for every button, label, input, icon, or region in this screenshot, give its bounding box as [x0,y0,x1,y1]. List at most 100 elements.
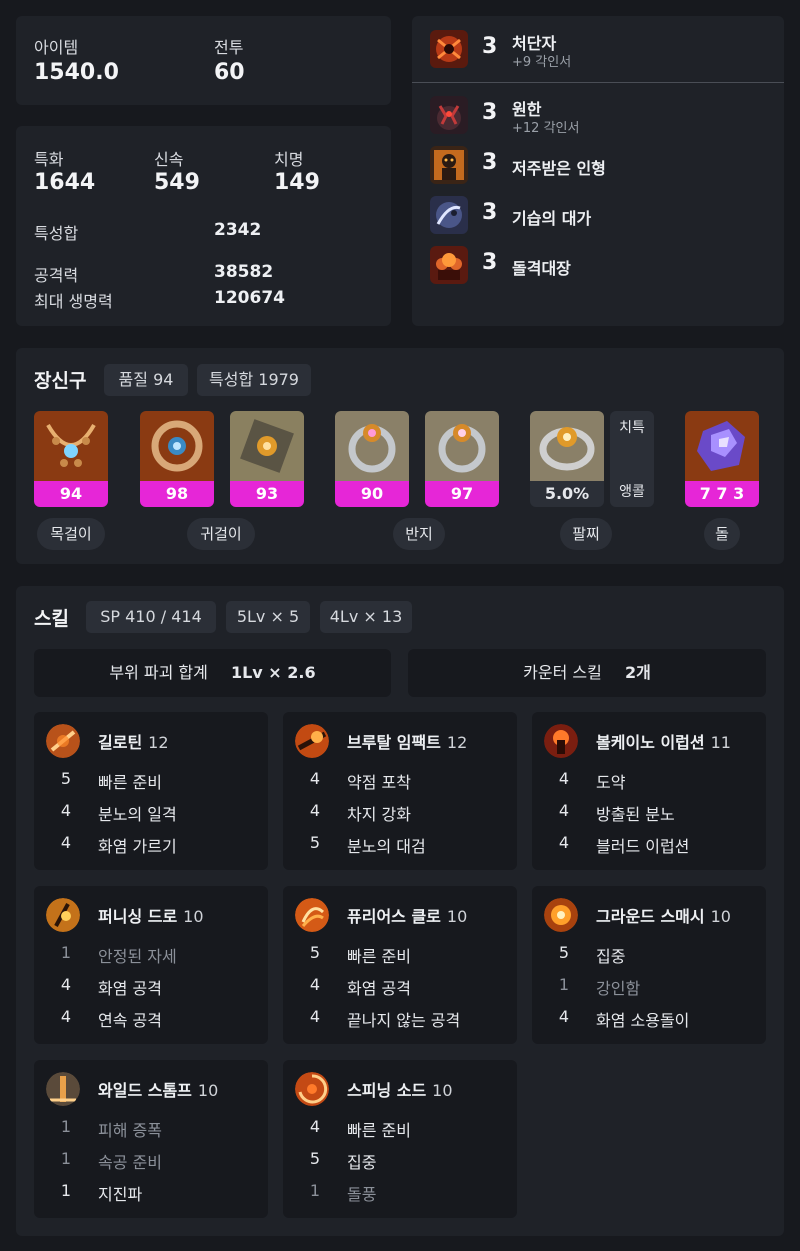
accessory-quality: 98 [140,481,214,507]
skill-level: 10 [432,1081,453,1100]
tripod: 1 속공 준비 [60,1149,162,1172]
stat-total-value: 2342 [214,220,262,240]
engraving-slayer[interactable]: 3 처단자 +9 각인서 [430,30,770,70]
engraving-name: 돌격대장 [512,259,571,278]
tripod: 4 화염 가르기 [60,833,177,856]
engraving-name: 저주받은 인형 [512,159,606,178]
tripod: 4 차지 강화 [309,801,411,824]
skill-level: 12 [446,733,468,752]
engraving-master-ambush[interactable]: 3 기습의 대가 [430,196,770,236]
earring-item-1[interactable]: 98 [140,411,214,507]
skill-name: 길로틴 12 [98,733,169,752]
bracelet-label: 팔찌 [560,518,612,550]
stats-card: 특화 1644 신속 549 치명 149 특성합 2342 공격력 38582… [16,126,391,326]
volcano-eruption-icon [544,724,578,758]
engraving-raid-captain[interactable]: 3 돌격대장 [430,246,770,286]
crit-label: 치명 [274,150,304,169]
tripod: 4 약점 포착 [309,769,411,792]
engraving-level: 3 [482,34,498,59]
item-level-value: 1540.0 [34,60,119,85]
tripod: 1 피해 증폭 [60,1117,162,1140]
skill-level: 11 [710,733,731,752]
skill-spinning-sword[interactable]: 스피닝 소드 10 4 빠른 준비 5 집중 1 돌풍 [283,1060,517,1218]
skill-punishing-draw[interactable]: 퍼니싱 드로 10 1 안정된 자세 4 화염 공격 4 연속 공격 [34,886,268,1044]
swiftness-value: 549 [154,170,200,195]
bracelet-item[interactable]: 5.0% [530,411,604,507]
accessory-quality: 93 [230,481,304,507]
tripod: 1 돌풍 [309,1181,377,1204]
skill-level: 12 [148,733,169,752]
ring-icon [425,411,499,481]
tripod: 5 빠른 준비 [309,943,411,966]
tripod: 5 집중 [558,943,626,966]
accessories-card: 장신구 품질 94 특성합 1979 94 98 93 90 97 5.0% 치… [16,348,784,564]
skill-points-pill: SP 410 / 414 [86,601,216,633]
bracelet-stat-bottom: 앵콜 [619,484,645,500]
tripod: 4 화염 공격 [309,975,411,998]
ring-item-1[interactable]: 90 [335,411,409,507]
combat-level-value: 60 [214,60,245,85]
earring-label: 귀걸이 [187,518,255,550]
accessory-quality: 7 7 3 [685,481,759,507]
earring-item-2[interactable]: 93 [230,411,304,507]
accessory-stat-total-pill: 특성합 1979 [197,364,311,396]
grudge-icon [430,96,468,134]
tripod: 4 분노의 일격 [60,801,177,824]
bracelet-icon [530,411,604,481]
part-break-summary: 부위 파괴 합계 1Lv × 2.6 [34,649,391,697]
max-hp-label: 최대 생명력 [34,292,113,311]
skill-guillotine[interactable]: 길로틴 12 5 빠른 준비 4 분노의 일격 4 화염 가르기 [34,712,268,870]
skill-level: 10 [446,907,468,926]
engraving-cursed-doll[interactable]: 3 저주받은 인형 [430,146,770,186]
accessory-quality: 94 [34,481,108,507]
skill-name: 브루탈 임팩트 12 [347,733,468,752]
skill-name: 퓨리어스 클로 10 [347,907,468,926]
stone-icon [685,411,759,481]
skill-volcano-eruption[interactable]: 볼케이노 이럽션 11 4 도약 4 방출된 분노 4 블러드 이럽션 [532,712,766,870]
tripod: 4 방출된 분노 [558,801,675,824]
tripod: 1 안정된 자세 [60,943,177,966]
engraving-grudge[interactable]: 3 원한 +12 각인서 [430,96,770,136]
engraving-level: 3 [482,100,498,125]
stone-item[interactable]: 7 7 3 [685,411,759,507]
wild-stomp-icon [46,1072,80,1106]
skill-level: 10 [183,907,204,926]
ground-smash-icon [544,898,578,932]
tripod: 4 화염 공격 [60,975,162,998]
max-hp-value: 120674 [214,288,285,308]
part-break-label: 부위 파괴 합계 [109,663,208,682]
accessory-quality: 97 [425,481,499,507]
accessory-quality-pill: 품질 94 [104,364,188,396]
engraving-level: 3 [482,250,498,275]
tripod: 4 블러드 이럽션 [558,833,690,856]
crit-value: 149 [274,170,320,195]
spinning-sword-icon [295,1072,329,1106]
engraving-book: +12 각인서 [512,121,580,136]
ring-icon [335,411,409,481]
counter-skill-summary: 카운터 스킬 2개 [408,649,766,697]
bracelet-stat-top: 치특 [619,420,645,436]
stone-label: 돌 [704,518,740,550]
skill-name: 볼케이노 이럽션 11 [596,733,731,752]
tripod: 1 지진파 [60,1181,143,1204]
level5-count-pill: 5Lv × 5 [226,601,310,633]
stat-total-label: 특성합 [34,224,79,243]
skill-name: 퍼니싱 드로 10 [98,907,204,926]
engraving-book: +9 각인서 [512,55,572,70]
attack-power-label: 공격력 [34,266,79,285]
tripod: 4 화염 소용돌이 [558,1007,690,1030]
tripod: 5 집중 [309,1149,377,1172]
necklace-item[interactable]: 94 [34,411,108,507]
skill-wild-stomp[interactable]: 와일드 스톰프 10 1 피해 증폭 1 속공 준비 1 지진파 [34,1060,268,1218]
guillotine-icon [46,724,80,758]
tripod: 4 끝나지 않는 공격 [309,1007,461,1030]
ring-item-2[interactable]: 97 [425,411,499,507]
part-break-value: 1Lv × 2.6 [230,663,316,682]
skill-furious-claw[interactable]: 퓨리어스 클로 10 5 빠른 준비 4 화염 공격 4 끝나지 않는 공격 [283,886,517,1044]
necklace-icon [34,411,108,481]
punishing-draw-icon [46,898,80,932]
skill-name: 와일드 스톰프 10 [98,1081,219,1100]
skill-brutal-impact[interactable]: 브루탈 임팩트 12 4 약점 포착 4 차지 강화 5 분노의 대검 [283,712,517,870]
counter-skill-label: 카운터 스킬 [523,663,602,682]
skill-ground-smash[interactable]: 그라운드 스매시 10 5 집중 1 강인함 4 화염 소용돌이 [532,886,766,1044]
